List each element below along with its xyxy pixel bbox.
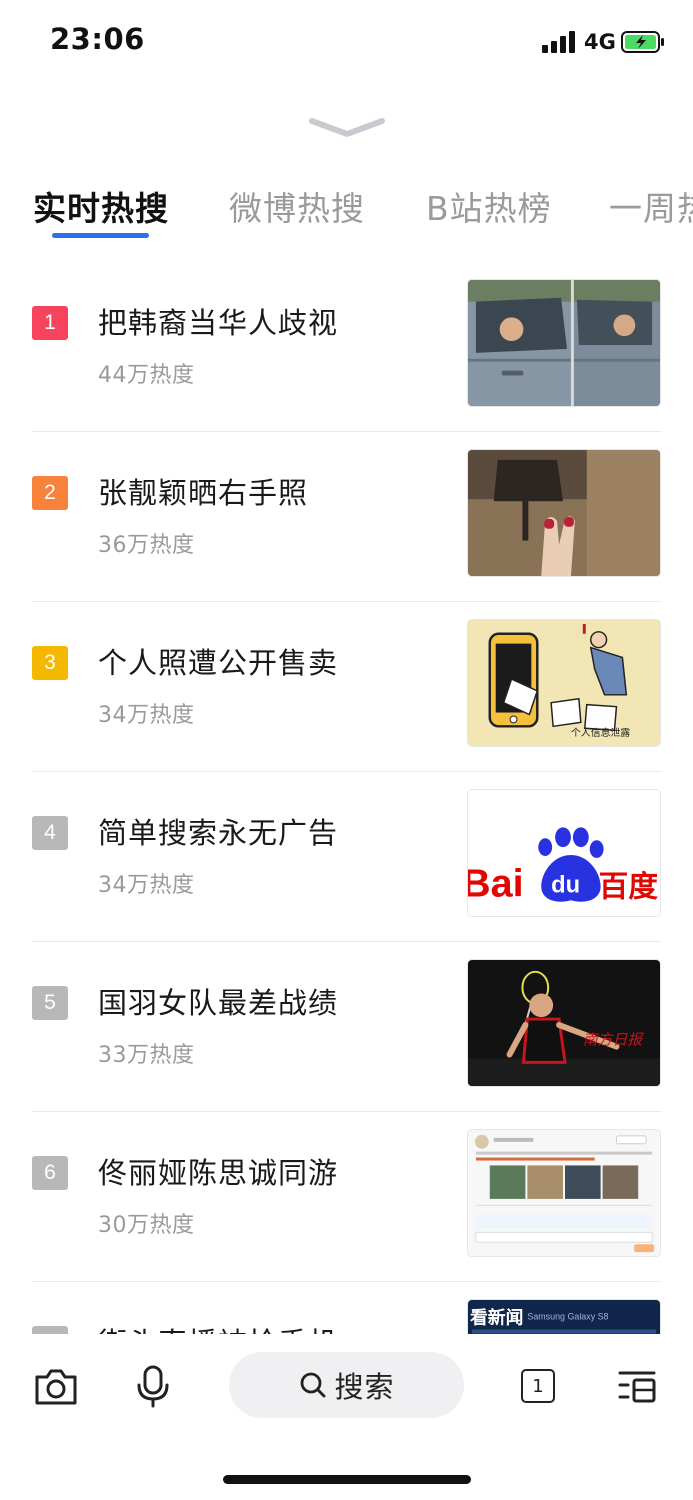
newspaper-watermark: 南方日报 bbox=[583, 1032, 645, 1049]
tab-bilibili-hot[interactable]: B站热榜 bbox=[426, 182, 552, 230]
car-photo-thumbnail[interactable] bbox=[467, 279, 661, 407]
item-title[interactable]: 个人照遭公开售卖 bbox=[98, 640, 338, 682]
item-title[interactable]: 张靓颖晒右手照 bbox=[98, 470, 308, 512]
item-heat: 33万热度 bbox=[98, 1043, 195, 1068]
baidu-chinese-mark: 百度 bbox=[599, 869, 659, 903]
baidu-wordmark: Bai bbox=[468, 861, 524, 905]
list-item[interactable]: 4 简单搜索永无广告 34万热度 Bai du 百度 bbox=[0, 772, 693, 942]
rank-badge: 7 bbox=[32, 1326, 68, 1334]
rank-badge: 2 bbox=[32, 476, 68, 510]
illustration-caption: 个人信息泄露 bbox=[571, 726, 630, 739]
item-heat: 30万热度 bbox=[98, 1213, 195, 1238]
microphone-icon[interactable] bbox=[130, 1363, 176, 1409]
hand-photo-thumbnail[interactable] bbox=[467, 449, 661, 577]
item-heat: 44万热度 bbox=[98, 363, 195, 388]
home-indicator[interactable] bbox=[223, 1475, 471, 1484]
phone-illustration-thumbnail[interactable]: 个人信息泄露 bbox=[467, 619, 661, 747]
battery-charging-icon bbox=[621, 31, 664, 53]
rank-badge: 3 bbox=[32, 646, 68, 680]
item-title[interactable]: 简单搜索永无广告 bbox=[98, 810, 338, 852]
baidu-logo-thumbnail[interactable]: Bai du 百度 bbox=[467, 789, 661, 917]
search-icon bbox=[301, 1372, 326, 1398]
status-time: 23:06 bbox=[50, 22, 145, 56]
list-item[interactable]: 5 国羽女队最差战绩 33万热度 南方日报 bbox=[0, 942, 693, 1112]
news-caption: Samsung Galaxy S8 bbox=[527, 1312, 608, 1322]
item-title[interactable]: 佟丽娅陈思诚同游 bbox=[98, 1150, 338, 1192]
item-title[interactable]: 街头直播被抢手机 bbox=[98, 1320, 338, 1334]
list-item[interactable]: 1 把韩裔当华人歧视 44万热度 bbox=[0, 262, 693, 432]
chevron-down-icon[interactable] bbox=[308, 115, 386, 141]
tab-realtime-hot[interactable]: 实时热搜 bbox=[33, 182, 169, 230]
list-item[interactable]: 7 街头直播被抢手机 看新闻 Samsung Galaxy S8 bbox=[0, 1282, 693, 1334]
search-button[interactable]: 搜索 bbox=[229, 1352, 464, 1418]
rank-badge: 1 bbox=[32, 306, 68, 340]
list-item[interactable]: 6 佟丽娅陈思诚同游 30万热度 bbox=[0, 1112, 693, 1282]
badminton-photo-thumbnail[interactable]: 南方日报 bbox=[467, 959, 661, 1087]
rank-badge: 4 bbox=[32, 816, 68, 850]
status-bar: 23:06 4G bbox=[0, 0, 693, 86]
cellular-signal-icon bbox=[542, 31, 575, 53]
network-type: 4G bbox=[584, 30, 616, 54]
list-item[interactable]: 2 张靓颖晒右手照 36万热度 bbox=[0, 432, 693, 602]
baidu-du-mark: du bbox=[551, 872, 580, 898]
rank-badge: 6 bbox=[32, 1156, 68, 1190]
item-heat: 34万热度 bbox=[98, 873, 195, 898]
hot-search-list: 1 把韩裔当华人歧视 44万热度 2 张靓颖晒右手照 36万热度 3 个人照遭公… bbox=[0, 262, 693, 1334]
item-heat: 36万热度 bbox=[98, 533, 195, 558]
camera-icon[interactable] bbox=[33, 1363, 79, 1409]
weibo-screenshot-thumbnail[interactable] bbox=[467, 1129, 661, 1257]
menu-icon[interactable] bbox=[616, 1363, 662, 1409]
tabs-count-icon[interactable]: 1 bbox=[521, 1369, 555, 1403]
tab-weekly-hot[interactable]: 一周热 bbox=[609, 182, 693, 230]
rank-badge: 5 bbox=[32, 986, 68, 1020]
tab-weibo-hot[interactable]: 微博热搜 bbox=[229, 182, 365, 230]
item-title[interactable]: 国羽女队最差战绩 bbox=[98, 980, 338, 1022]
item-heat: 34万热度 bbox=[98, 703, 195, 728]
item-title[interactable]: 把韩裔当华人歧视 bbox=[98, 300, 338, 342]
list-item[interactable]: 3 个人照遭公开售卖 34万热度 个人信息泄露 bbox=[0, 602, 693, 772]
news-photo-thumbnail[interactable]: 看新闻 Samsung Galaxy S8 bbox=[467, 1299, 661, 1334]
active-tab-indicator bbox=[52, 233, 149, 238]
search-label: 搜索 bbox=[334, 1370, 395, 1404]
news-brand: 看新闻 bbox=[469, 1307, 523, 1329]
